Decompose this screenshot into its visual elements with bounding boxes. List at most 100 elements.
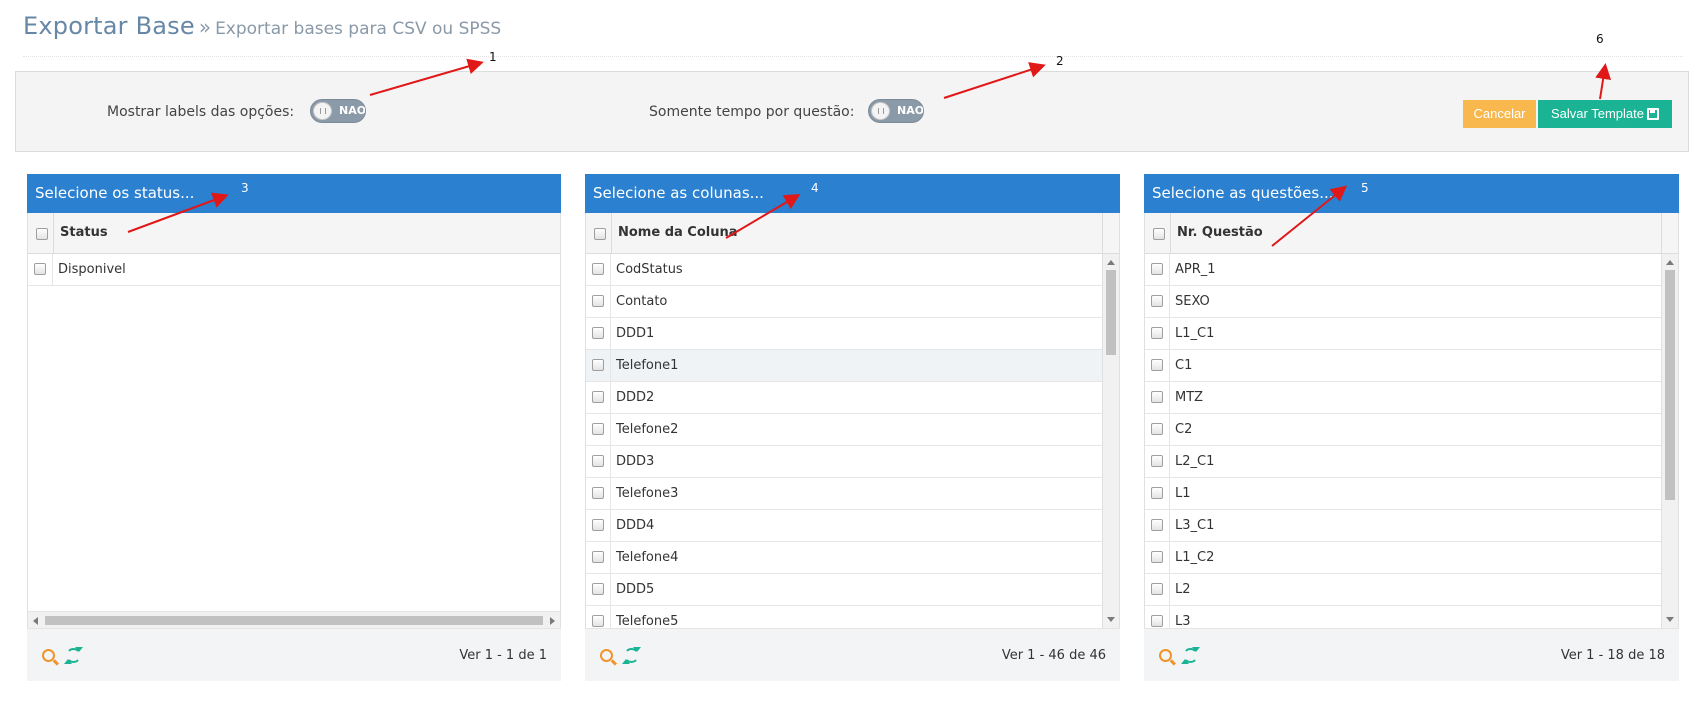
refresh-icon[interactable] [1181, 647, 1200, 664]
scroll-up-icon[interactable] [1666, 260, 1674, 265]
table-row[interactable]: APR_1 [1145, 254, 1661, 286]
row-checkbox[interactable] [1151, 295, 1163, 307]
options-bar: Mostrar labels das opções: NAO Somente t… [15, 71, 1689, 152]
table-row[interactable]: DDD2 [586, 382, 1102, 414]
row-checkbox[interactable] [592, 391, 604, 403]
table-row[interactable]: L2_C1 [1145, 446, 1661, 478]
row-checkbox[interactable] [1151, 551, 1163, 563]
search-icon[interactable] [42, 649, 55, 662]
table-row[interactable]: SEXO [1145, 286, 1661, 318]
row-checkbox[interactable] [592, 423, 604, 435]
row-checkbox[interactable] [592, 263, 604, 275]
table-row[interactable]: L2 [1145, 574, 1661, 606]
table-row[interactable]: DDD4 [586, 510, 1102, 542]
columns-panel: Selecione as colunas... Nome da Coluna C… [585, 174, 1120, 681]
horizontal-scrollbar[interactable] [28, 611, 560, 628]
columns-panel-title: Selecione as colunas... [585, 174, 1120, 213]
scroll-left-icon[interactable] [33, 617, 38, 625]
table-row[interactable]: L1_C1 [1145, 318, 1661, 350]
table-row[interactable]: Telefone5 [586, 606, 1102, 628]
table-row[interactable]: Telefone3 [586, 478, 1102, 510]
row-checkbox[interactable] [592, 295, 604, 307]
save-template-button[interactable]: Salvar Template [1538, 100, 1672, 128]
scroll-thumb[interactable] [1665, 270, 1675, 500]
row-checkbox[interactable] [592, 455, 604, 467]
cancel-button[interactable]: Cancelar [1463, 100, 1536, 128]
grid-header: Nome da Coluna [586, 213, 1119, 254]
search-icon[interactable] [1159, 649, 1172, 662]
row-divider [610, 510, 611, 542]
time-only-toggle[interactable]: NAO [868, 99, 924, 123]
table-row[interactable]: L1_C2 [1145, 542, 1661, 574]
row-divider [610, 350, 611, 382]
table-row[interactable]: L3 [1145, 606, 1661, 628]
table-row[interactable]: DDD5 [586, 574, 1102, 606]
row-label: APR_1 [1175, 262, 1216, 277]
column-header[interactable]: Status [60, 225, 108, 240]
row-divider [1169, 254, 1170, 286]
columns-rows: CodStatus Contato DDD1 Telefone1 DDD2 Telefon… [586, 254, 1102, 628]
select-all-checkbox[interactable] [594, 228, 606, 240]
row-checkbox[interactable] [1151, 359, 1163, 371]
show-labels-toggle[interactable]: NAO [310, 99, 366, 123]
row-label: L1 [1175, 486, 1191, 501]
table-row[interactable]: L1 [1145, 478, 1661, 510]
row-checkbox[interactable] [1151, 391, 1163, 403]
vertical-scrollbar[interactable] [1102, 254, 1119, 628]
row-checkbox[interactable] [34, 263, 46, 275]
row-checkbox[interactable] [1151, 263, 1163, 275]
row-label: DDD4 [616, 518, 655, 533]
row-checkbox[interactable] [1151, 327, 1163, 339]
row-checkbox[interactable] [592, 519, 604, 531]
scroll-thumb[interactable] [1106, 270, 1116, 355]
annotation-4: 4 [811, 181, 819, 195]
scroll-down-icon[interactable] [1107, 617, 1115, 622]
row-checkbox[interactable] [1151, 519, 1163, 531]
row-divider [610, 606, 611, 628]
table-row[interactable]: Telefone2 [586, 414, 1102, 446]
scroll-thumb[interactable] [45, 616, 543, 625]
row-checkbox[interactable] [1151, 615, 1163, 627]
table-row[interactable]: C1 [1145, 350, 1661, 382]
row-checkbox[interactable] [592, 583, 604, 595]
vertical-scrollbar[interactable] [1661, 254, 1678, 628]
row-label: MTZ [1175, 390, 1204, 405]
row-checkbox[interactable] [592, 327, 604, 339]
table-row[interactable]: DDD3 [586, 446, 1102, 478]
scroll-up-icon[interactable] [1107, 260, 1115, 265]
columns-grid: Nome da Coluna CodStatus Contato DDD1 Telef… [585, 213, 1120, 628]
table-row[interactable]: Disponivel [28, 254, 560, 286]
select-all-checkbox[interactable] [1153, 228, 1165, 240]
table-row[interactable]: DDD1 [586, 318, 1102, 350]
search-icon[interactable] [600, 649, 613, 662]
refresh-icon[interactable] [622, 647, 641, 664]
row-checkbox[interactable] [592, 551, 604, 563]
row-checkbox[interactable] [1151, 583, 1163, 595]
column-header[interactable]: Nome da Coluna [618, 225, 738, 240]
save-icon [1646, 107, 1659, 120]
questions-panel: Selecione as questões... Nr. Questão APR… [1144, 174, 1679, 681]
annotation-2: 2 [1056, 54, 1064, 68]
row-checkbox[interactable] [1151, 455, 1163, 467]
refresh-icon[interactable] [64, 647, 83, 664]
table-row[interactable]: CodStatus [586, 254, 1102, 286]
scroll-down-icon[interactable] [1666, 617, 1674, 622]
table-row[interactable]: L3_C1 [1145, 510, 1661, 542]
scroll-right-icon[interactable] [550, 617, 555, 625]
row-checkbox[interactable] [1151, 487, 1163, 499]
table-row[interactable]: Telefone1 [586, 350, 1102, 382]
table-row[interactable]: Telefone4 [586, 542, 1102, 574]
row-divider [1169, 574, 1170, 606]
table-row[interactable]: Contato [586, 286, 1102, 318]
row-checkbox[interactable] [592, 615, 604, 627]
row-divider [1169, 414, 1170, 446]
row-label: Telefone2 [616, 422, 679, 437]
column-header[interactable]: Nr. Questão [1177, 225, 1263, 240]
row-checkbox[interactable] [592, 359, 604, 371]
table-row[interactable]: MTZ [1145, 382, 1661, 414]
select-all-checkbox[interactable] [36, 228, 48, 240]
row-checkbox[interactable] [592, 487, 604, 499]
row-checkbox[interactable] [1151, 423, 1163, 435]
page-header: Exportar Base» Exportar bases para CSV ou… [23, 12, 1683, 57]
table-row[interactable]: C2 [1145, 414, 1661, 446]
